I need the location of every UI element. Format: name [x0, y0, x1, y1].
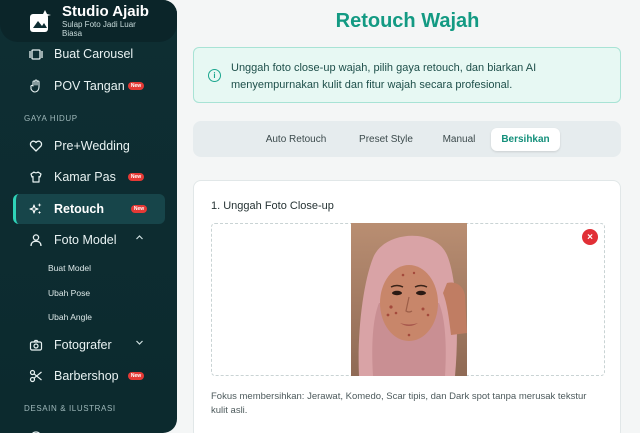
carousel-icon: [29, 47, 43, 61]
section-desain-ilustrasi: DESAIN & ILUSTRASI: [24, 404, 116, 413]
sidebar-item-label: POV Tangan: [54, 79, 125, 93]
sidebar-item-pov-tangan[interactable]: POV Tangan New: [13, 71, 165, 101]
sidebar-item-label: Fotografer: [54, 338, 112, 352]
sidebar-item-label: Retouch: [54, 202, 104, 216]
sidebar-item-buat-carousel[interactable]: Buat Carousel: [13, 39, 165, 69]
tab-manual[interactable]: Manual: [433, 128, 485, 151]
tab-bersihkan[interactable]: Bersihkan: [491, 128, 560, 151]
sparkles-icon: [29, 202, 43, 216]
user-icon: [29, 233, 43, 247]
info-banner: i Unggah foto close-up wajah, pilih gaya…: [193, 47, 621, 103]
upload-section-title: 1. Unggah Foto Close-up: [211, 200, 334, 212]
brand-title: Studio Ajaib: [62, 3, 149, 20]
chevron-up-icon[interactable]: [135, 233, 144, 245]
submenu-ubah-pose[interactable]: Ubah Pose: [48, 288, 90, 298]
shirt-icon: [29, 170, 43, 184]
submenu-ubah-angle[interactable]: Ubah Angle: [48, 312, 92, 322]
chevron-down-icon[interactable]: [135, 338, 144, 350]
brand-subtitle: Sulap Foto Jadi Luar Biasa: [62, 20, 136, 38]
upload-dropzone[interactable]: ×: [211, 223, 605, 376]
new-badge: New: [128, 372, 144, 380]
tab-auto-retouch[interactable]: Auto Retouch: [256, 128, 336, 151]
info-icon: i: [208, 69, 221, 82]
scissors-icon: [29, 369, 43, 383]
sidebar-item-retouch[interactable]: Retouch New: [13, 194, 165, 224]
sidebar-item-label: Foto Model: [54, 233, 117, 247]
uploaded-face-photo: [351, 223, 467, 376]
upload-hint-text: Fokus membersihkan: Jerawat, Komedo, Sca…: [211, 391, 587, 416]
submenu-buat-model[interactable]: Buat Model: [48, 263, 91, 273]
sidebar-item-kamar-pas[interactable]: Kamar Pas New: [13, 162, 165, 192]
brand-header[interactable]: Studio Ajaib Sulap Foto Jadi Luar Biasa: [0, 0, 177, 42]
new-badge: New: [128, 173, 144, 181]
heart-icon: [29, 139, 43, 153]
sidebar-item-fotografer[interactable]: Fotografer: [13, 330, 165, 360]
upload-card: 1. Unggah Foto Close-up × Fokus membersi…: [193, 180, 621, 433]
sidebar: Studio Ajaib Sulap Foto Jadi Luar Biasa …: [0, 0, 177, 433]
hand-icon: [29, 79, 43, 93]
page-title: Retouch Wajah: [335, 10, 480, 32]
sidebar-item-barbershop[interactable]: Barbershop New: [13, 361, 165, 391]
sidebar-item-partial[interactable]: [13, 422, 165, 433]
sidebar-item-foto-model[interactable]: Foto Model: [13, 225, 165, 255]
camera-icon: [29, 338, 43, 352]
section-gaya-hidup: GAYA HIDUP: [24, 114, 78, 123]
sidebar-item-label: Buat Carousel: [54, 47, 134, 61]
brand-logo-icon: [28, 8, 54, 34]
info-text: Unggah foto close-up wajah, pilih gaya r…: [231, 62, 537, 91]
sidebar-item-label: Kamar Pas: [54, 170, 116, 184]
sidebar-item-label: Pre+Wedding: [54, 139, 130, 153]
new-badge: New: [131, 205, 147, 213]
remove-photo-button[interactable]: ×: [582, 229, 598, 245]
sidebar-item-label: Barbershop: [54, 369, 119, 383]
sidebar-item-pre-wedding[interactable]: Pre+Wedding: [13, 131, 165, 161]
retouch-tabs: Auto Retouch Preset Style Manual Bersihk…: [193, 121, 621, 157]
new-badge: New: [128, 82, 144, 90]
tab-preset-style[interactable]: Preset Style: [346, 128, 426, 151]
